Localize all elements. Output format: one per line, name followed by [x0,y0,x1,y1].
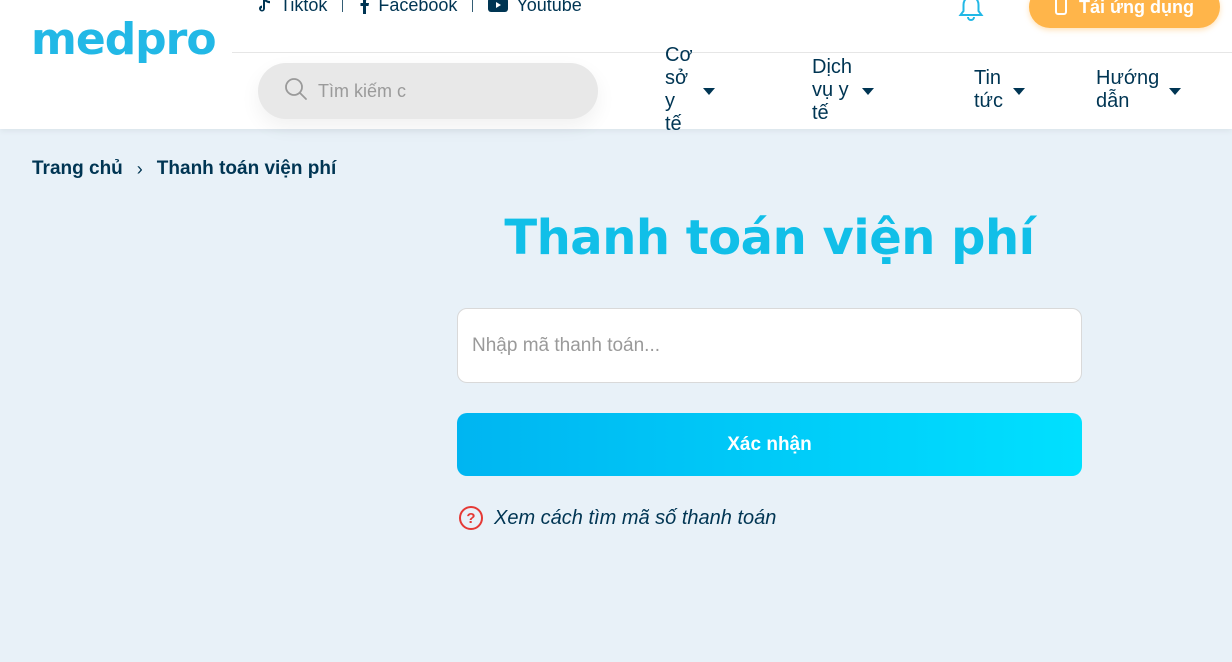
search-box[interactable] [258,63,598,119]
tiktok-label: Tiktok [280,0,328,15]
medpro-logo[interactable]: medpro [31,14,217,65]
social-divider [342,0,344,12]
breadcrumb-current: Thanh toán viện phí [156,158,337,179]
breadcrumb-home[interactable]: Trang chủ [32,158,123,180]
download-app-label: Tải ứng dụng [1078,0,1194,17]
nav-co-so-y-te[interactable]: Cơ sở y tế [665,44,715,135]
top-header: medpro Tiktok Facebook Youtube Tải ứng d… [0,0,1232,135]
breadcrumb: Trang chủ › Thanh toán viện phí [32,157,336,181]
nav-label: Tin tức [974,67,1003,112]
facebook-icon [358,0,370,14]
youtube-link[interactable]: Youtube [488,0,582,16]
nav-tin-tuc[interactable]: Tin tức [974,67,1025,112]
nav-label: Cơ sở y tế [665,44,693,135]
tiktok-link[interactable]: Tiktok [256,0,327,16]
payment-code-input[interactable] [457,308,1082,383]
payment-code-help-link[interactable]: ? Xem cách tìm mã số thanh toán [459,505,776,531]
social-links: Tiktok Facebook Youtube [256,0,582,19]
caret-down-icon [702,87,715,95]
youtube-label: Youtube [516,0,582,15]
nav-label: Dịch vụ y tế [812,55,853,124]
help-link-label: Xem cách tìm mã số thanh toán [494,506,777,529]
download-app-button[interactable]: Tải ứng dụng [1029,0,1220,28]
youtube-icon [488,0,509,12]
search-input[interactable] [318,80,578,102]
facebook-label: Facebook [378,0,458,15]
caret-down-icon [1169,87,1182,95]
confirm-button[interactable]: Xác nhận [457,413,1082,476]
phone-icon [1054,0,1067,20]
social-divider [472,0,474,12]
caret-down-icon [1012,87,1025,95]
search-icon [284,77,308,106]
page-title: Thanh toán viện phí [504,210,1035,266]
notification-button[interactable] [957,0,987,24]
tiktok-icon [256,0,272,14]
nav-label: Hướng dẫn [1096,67,1160,112]
chevron-right-icon: › [136,158,143,179]
facebook-link[interactable]: Facebook [358,0,457,16]
caret-down-icon [862,87,875,95]
nav-huong-dan[interactable]: Hướng dẫn [1096,67,1182,112]
bell-icon [957,0,985,28]
header-divider [232,52,1232,53]
nav-dich-vu-y-te[interactable]: Dịch vụ y tế [812,56,875,124]
question-circle-icon: ? [459,506,483,530]
